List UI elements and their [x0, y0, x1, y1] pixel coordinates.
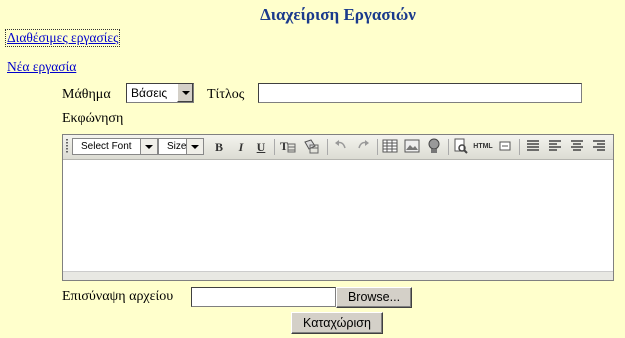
title-input[interactable]: [258, 83, 582, 103]
justify-icon[interactable]: [523, 138, 543, 156]
fullscreen-icon[interactable]: [495, 138, 515, 156]
text-color-icon[interactable]: T: [278, 138, 298, 156]
align-left-icon[interactable]: [545, 138, 565, 156]
description-label: Εκφώνηση: [62, 111, 124, 126]
svg-text:T: T: [280, 139, 288, 153]
toolbar-separator: [327, 139, 328, 155]
image-icon[interactable]: [402, 138, 422, 156]
course-select-value: Βάσεις: [131, 86, 168, 100]
bold-button[interactable]: B: [209, 138, 229, 156]
html-mode-button[interactable]: HTML: [473, 138, 493, 156]
editor-toolbar: Select Font Size B I U T HTML: [63, 135, 613, 160]
font-select-value: Select Font: [81, 141, 132, 152]
size-select[interactable]: Size: [158, 138, 204, 155]
toolbar-separator: [274, 139, 275, 155]
attach-file-label: Επισύναψη αρχείου: [62, 289, 174, 304]
page-title: Διαχείριση Εργασιών: [260, 5, 416, 24]
chevron-down-icon: [140, 139, 157, 154]
size-select-value: Size: [167, 141, 187, 152]
align-center-icon[interactable]: [567, 138, 587, 156]
submit-button[interactable]: Καταχώριση: [291, 312, 383, 334]
toolbar-separator: [377, 139, 378, 155]
undo-icon[interactable]: [331, 138, 351, 156]
italic-button[interactable]: I: [231, 138, 251, 156]
editor-status-bar: [63, 271, 613, 280]
preview-icon[interactable]: [451, 138, 471, 156]
toolbar-separator: [519, 139, 520, 155]
toolbar-grip-icon[interactable]: [66, 139, 68, 154]
redo-icon[interactable]: [353, 138, 373, 156]
link-icon[interactable]: [424, 138, 444, 156]
course-select[interactable]: Βάσεις: [126, 83, 194, 103]
course-label: Μάθημα: [62, 87, 111, 102]
chevron-down-icon: [186, 139, 203, 154]
editor-content-area[interactable]: [63, 160, 613, 272]
title-label: Τίτλος: [207, 87, 245, 102]
toolbar-separator: [448, 139, 449, 155]
table-icon[interactable]: [380, 138, 400, 156]
background-color-icon[interactable]: [301, 138, 321, 156]
new-assignment-link[interactable]: Νέα εργασία: [7, 59, 76, 75]
rich-text-editor: Select Font Size B I U T HTML: [62, 134, 614, 281]
underline-button[interactable]: U: [251, 138, 271, 156]
font-select[interactable]: Select Font: [72, 138, 158, 155]
file-path-input[interactable]: [191, 287, 336, 307]
align-right-icon[interactable]: [589, 138, 609, 156]
available-assignments-link[interactable]: Διαθέσιμες εργασίες: [4, 29, 121, 47]
chevron-down-icon: [177, 84, 193, 102]
browse-button[interactable]: Browse...: [336, 287, 412, 308]
